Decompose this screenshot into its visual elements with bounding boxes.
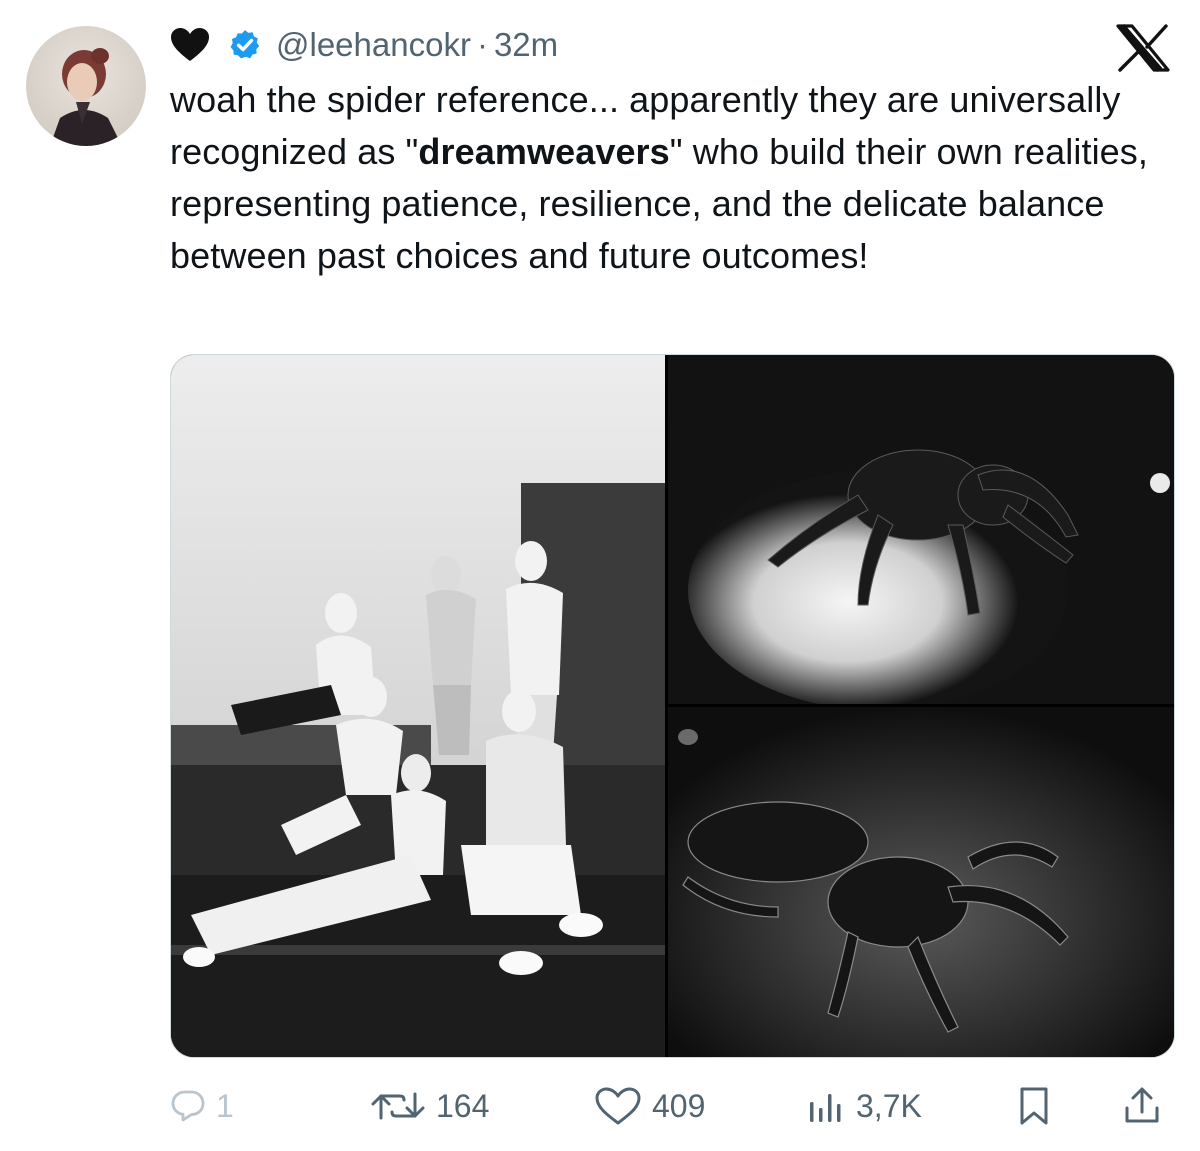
retweet-button[interactable]: 164 bbox=[370, 1078, 489, 1134]
reply-button[interactable]: 1 bbox=[170, 1078, 234, 1134]
bookmark-icon bbox=[1020, 1087, 1048, 1125]
group-photo[interactable] bbox=[171, 355, 665, 1057]
like-button[interactable]: 409 bbox=[594, 1078, 705, 1134]
tweet-text-bold: dreamweavers bbox=[418, 131, 670, 172]
separator-dot: · bbox=[476, 26, 488, 63]
tweet-text: woah the spider reference... apparently … bbox=[170, 74, 1180, 282]
heart-outline-icon bbox=[595, 1087, 641, 1125]
like-count: 409 bbox=[652, 1087, 706, 1124]
black-heart-icon bbox=[171, 28, 209, 61]
reply-count: 1 bbox=[216, 1087, 234, 1124]
spider-photo-top[interactable] bbox=[668, 355, 1174, 704]
tweet-timestamp[interactable]: 32m bbox=[494, 26, 558, 64]
spider-photo-bottom[interactable] bbox=[668, 707, 1174, 1057]
views-count: 3,7K bbox=[856, 1087, 922, 1124]
bookmark-button[interactable] bbox=[1016, 1078, 1062, 1134]
reply-icon bbox=[171, 1090, 205, 1122]
x-logo-icon bbox=[1116, 24, 1170, 72]
avatar[interactable] bbox=[26, 26, 146, 146]
views-chart-icon bbox=[810, 1094, 841, 1122]
media-grid[interactable] bbox=[170, 354, 1175, 1058]
author-handle[interactable]: @leehancokr bbox=[276, 26, 471, 64]
retweet-icon bbox=[371, 1092, 425, 1120]
tweet-header: @leehancokr · 32m bbox=[170, 22, 558, 68]
retweet-count: 164 bbox=[436, 1087, 490, 1124]
action-bar: 1 164 409 3,7K bbox=[170, 1078, 1180, 1134]
verified-badge-icon bbox=[230, 30, 260, 59]
views-button[interactable]: 3,7K bbox=[806, 1078, 922, 1134]
share-icon bbox=[1125, 1087, 1159, 1123]
share-button[interactable] bbox=[1122, 1078, 1172, 1134]
